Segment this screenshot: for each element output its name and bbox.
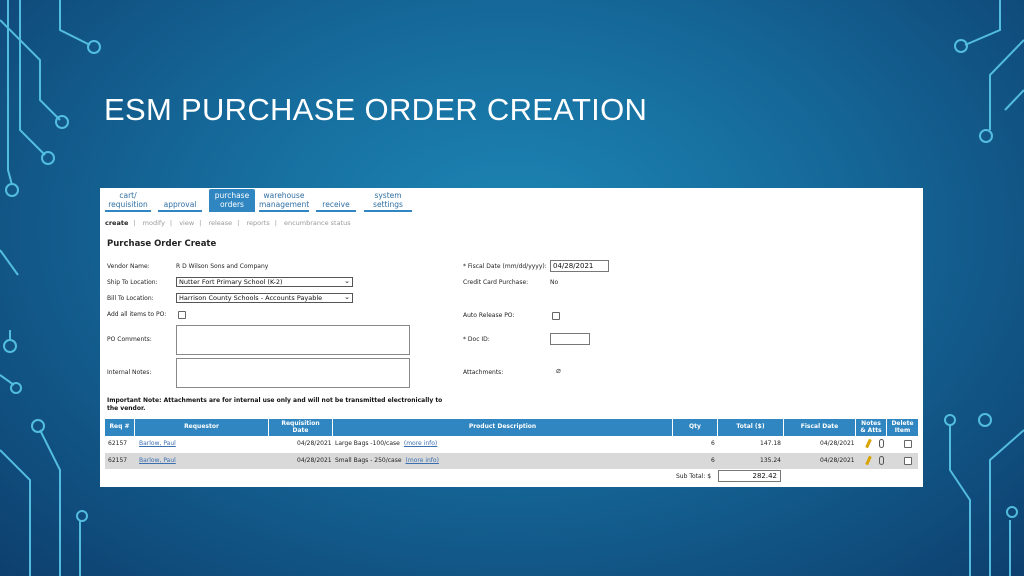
delete-item-checkbox[interactable] [904, 440, 912, 448]
col-requestor: Requestor [135, 419, 269, 436]
paperclip-icon[interactable] [879, 439, 884, 448]
tab-receive[interactable]: receive [316, 191, 356, 212]
add-all-label: Add all items to PO: [107, 311, 167, 318]
delete-item-checkbox[interactable] [904, 457, 912, 465]
tab-cart-requisition[interactable]: cart/ requisition [105, 191, 151, 212]
row-qty: 6 [711, 457, 715, 464]
paperclip-icon[interactable]: ⌀ [556, 366, 561, 375]
vendor-label: Vendor Name: [107, 263, 150, 270]
tab-label-line2: orders [220, 199, 244, 209]
chevron-down-icon: ⌄ [344, 277, 350, 285]
add-all-checkbox[interactable] [178, 311, 186, 319]
row-total: 147.18 [760, 440, 781, 447]
po-comments-textarea[interactable] [176, 325, 410, 355]
bill-to-label: Bill To Location: [107, 295, 154, 302]
tab-label-line2: approval [163, 199, 197, 209]
credit-card-value: No [550, 279, 559, 286]
ship-to-value: Nutter Fort Primary School (K-2) [179, 278, 283, 286]
row-fiscal-date: 04/28/2021 [820, 440, 855, 447]
row-description: Large Bags -100/case (more info) [335, 440, 438, 447]
tab-warehouse-management[interactable]: warehouse management [259, 191, 309, 212]
subnav-reports[interactable]: reports [246, 219, 269, 227]
subtotal-field: 282.42 [718, 470, 781, 482]
col-req: Req # [105, 419, 135, 436]
row-req-date: 04/28/2021 [297, 457, 332, 464]
tab-label-line2: settings [373, 199, 403, 209]
row-description: Small Bags - 250/case (more info) [335, 457, 439, 464]
col-fiscal-date: Fiscal Date [784, 419, 856, 436]
chevron-down-icon: ⌄ [344, 293, 350, 301]
subnav-modify[interactable]: modify [143, 219, 165, 227]
credit-card-label: Credit Card Purchase: [463, 279, 529, 286]
row-req: 62157 [108, 457, 128, 464]
more-info-link[interactable]: (more info) [404, 440, 437, 447]
row-fiscal-date: 04/28/2021 [820, 457, 855, 464]
po-create-panel: cart/ requisition approval purchase orde… [100, 188, 923, 487]
bill-to-value: Harrison County Schools - Accounts Payab… [179, 294, 323, 302]
col-delete: Delete Item [887, 419, 918, 436]
ship-to-select[interactable]: Nutter Fort Primary School (K-2) ⌄ [176, 277, 353, 287]
subtotal-label: Sub Total: $ [676, 473, 712, 480]
internal-notes-textarea[interactable] [176, 358, 410, 388]
subnav-view[interactable]: view [179, 219, 194, 227]
col-qty: Qty [673, 419, 718, 436]
internal-notes-label: Internal Notes: [107, 369, 152, 376]
bill-to-select[interactable]: Harrison County Schools - Accounts Payab… [176, 293, 353, 303]
po-comments-label: PO Comments: [107, 336, 152, 343]
attachments-label: Attachments: [463, 369, 504, 376]
auto-release-checkbox[interactable] [552, 312, 560, 320]
important-note: Important Note: Attachments are for inte… [107, 397, 443, 412]
subnav-create[interactable]: create [105, 219, 128, 227]
ship-to-label: Ship To Location: [107, 279, 158, 286]
auto-release-label: Auto Release PO: [463, 312, 515, 319]
subnav-release[interactable]: release [208, 219, 232, 227]
row-qty: 6 [711, 440, 715, 447]
tab-purchase-orders[interactable]: purchase orders [209, 189, 255, 212]
form-title: Purchase Order Create [107, 239, 217, 249]
col-req-date: Requisition Date [269, 419, 333, 436]
table-row: 62157 Barlow, Paul 04/28/2021 Small Bags… [105, 453, 918, 469]
more-info-link[interactable]: (more info) [406, 457, 439, 464]
table-row: 62157 Barlow, Paul 04/28/2021 Large Bags… [105, 436, 918, 452]
row-requestor-link[interactable]: Barlow, Paul [139, 436, 176, 452]
paperclip-icon[interactable] [879, 456, 884, 465]
col-req-date-l2: Date [292, 426, 309, 434]
row-req-date: 04/28/2021 [297, 440, 332, 447]
subnav-encumbrance-status[interactable]: encumbrance status [284, 219, 351, 227]
row-total: 135.24 [760, 457, 781, 464]
doc-id-input[interactable] [550, 333, 590, 345]
col-notes-l2: & Atts [860, 426, 882, 434]
doc-id-label: * Doc ID: [463, 336, 490, 343]
row-req: 62157 [108, 440, 128, 447]
col-total: Total ($) [718, 419, 784, 436]
subnav: create | modify | view | release | reports | … [105, 219, 351, 227]
fiscal-date-input[interactable]: 04/28/2021 [550, 260, 609, 272]
col-description: Product Description [333, 419, 673, 436]
tab-system-settings[interactable]: system settings [364, 191, 412, 212]
pencil-icon[interactable] [865, 455, 872, 466]
vendor-value: R D Wilson Sons and Company [176, 263, 269, 270]
col-notes: Notes & Atts [856, 419, 887, 436]
tab-label-line2: receive [322, 199, 350, 209]
tab-label-line2: requisition [108, 199, 148, 209]
tab-label-line2: management [259, 199, 310, 209]
col-delete-l2: Item [894, 426, 911, 434]
fiscal-date-label: * Fiscal Date (mm/dd/yyyy): [463, 263, 547, 270]
row-requestor-link[interactable]: Barlow, Paul [139, 453, 176, 469]
pencil-icon[interactable] [865, 438, 872, 449]
slide-title: ESM PURCHASE ORDER CREATION [104, 92, 648, 127]
tab-approval[interactable]: approval [158, 191, 202, 212]
